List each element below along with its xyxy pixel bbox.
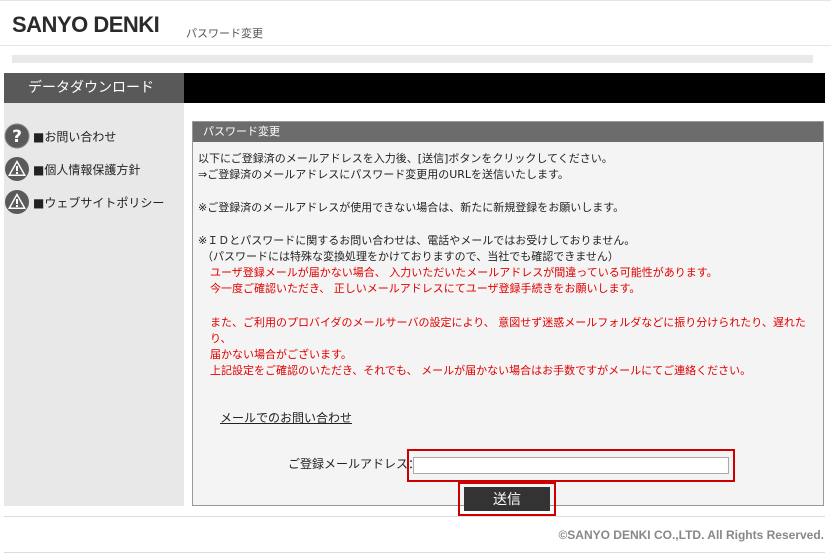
- panel-title: パスワード変更: [193, 122, 823, 142]
- question-icon: ?: [4, 123, 30, 149]
- warning-text: 今一度ご確認いただき、 正しいメールアドレスにてユーザ登録手続きをお願いします。: [210, 282, 641, 295]
- instruction-text: ⇒ご登録済のメールアドレスにパスワード変更用のURLを送信いたします。: [198, 168, 569, 181]
- bottom-divider: [4, 552, 825, 553]
- password-change-panel: パスワード変更 以下にご登録済のメールアドレスを入力後、[送信]ボタンをクリック…: [192, 121, 824, 516]
- site-header: SANYO DENKI パスワード変更: [0, 0, 831, 46]
- notice-text: （パスワードには特殊な変換処理をかけておりますので、当社でも確認できません）: [202, 250, 619, 263]
- title-bar: [184, 73, 825, 103]
- warning-text: 届かない場合がございます。: [210, 348, 352, 361]
- email-input[interactable]: [413, 457, 729, 474]
- sidebar-link-website-policy[interactable]: ■ウェブサイトポリシー: [4, 189, 164, 215]
- instruction-text: 以下にご登録済のメールアドレスを入力後、[送信]ボタンをクリックしてください。: [198, 152, 613, 165]
- footer-divider: [4, 516, 825, 517]
- warning-text: また、ご利用のプロバイダのメールサーバの設定により、 意図せず迷惑メールフォルダ…: [210, 316, 806, 329]
- sidebar-link-label: ■お問い合わせ: [33, 129, 117, 144]
- send-button[interactable]: 送信: [464, 487, 550, 511]
- panel-body: 以下にご登録済のメールアドレスを入力後、[送信]ボタンをクリックしてください。 …: [193, 142, 823, 516]
- warning-text: ユーザ登録メールが届かない場合、 入力いただいたメールアドレスが間違っている可能…: [210, 266, 718, 279]
- copyright-text: ©SANYO DENKI CO.,LTD. All Rights Reserve…: [558, 528, 824, 542]
- sidebar-link-label: ■ウェブサイトポリシー: [33, 195, 165, 210]
- notice-text: ※ＩＤとパスワードに関するお問い合わせは、電話やメールではお受けしておりません。: [198, 234, 636, 247]
- email-highlight-box: [407, 449, 735, 482]
- sidebar-title: データダウンロード: [4, 73, 184, 103]
- sidebar-link-privacy[interactable]: ■個人情報保護方針: [4, 156, 140, 182]
- svg-text:?: ?: [12, 127, 22, 147]
- warning-icon: [5, 157, 29, 181]
- sidebar-link-label: ■個人情報保護方針: [33, 162, 141, 177]
- sanyo-denki-logo[interactable]: SANYO DENKI: [12, 12, 160, 38]
- email-label: ご登録メールアドレス：: [288, 457, 421, 471]
- notice-text: ※ご登録済のメールアドレスが使用できない場合は、新たに新規登録をお願いします。: [198, 201, 625, 214]
- send-highlight-box: 送信: [458, 482, 556, 516]
- sidebar-link-contact[interactable]: ? ■お問い合わせ: [4, 123, 116, 149]
- warning-icon: [5, 190, 29, 214]
- warning-text: り、: [210, 332, 232, 345]
- mail-inquiry-link[interactable]: メールでのお問い合わせ: [220, 410, 352, 426]
- warning-text: 上記設定をご確認のいただき、それでも、 メールが届かない場合はお手数ですがメール…: [210, 364, 752, 377]
- header-divider-strip: [12, 55, 813, 63]
- page-subtitle: パスワード変更: [186, 27, 263, 40]
